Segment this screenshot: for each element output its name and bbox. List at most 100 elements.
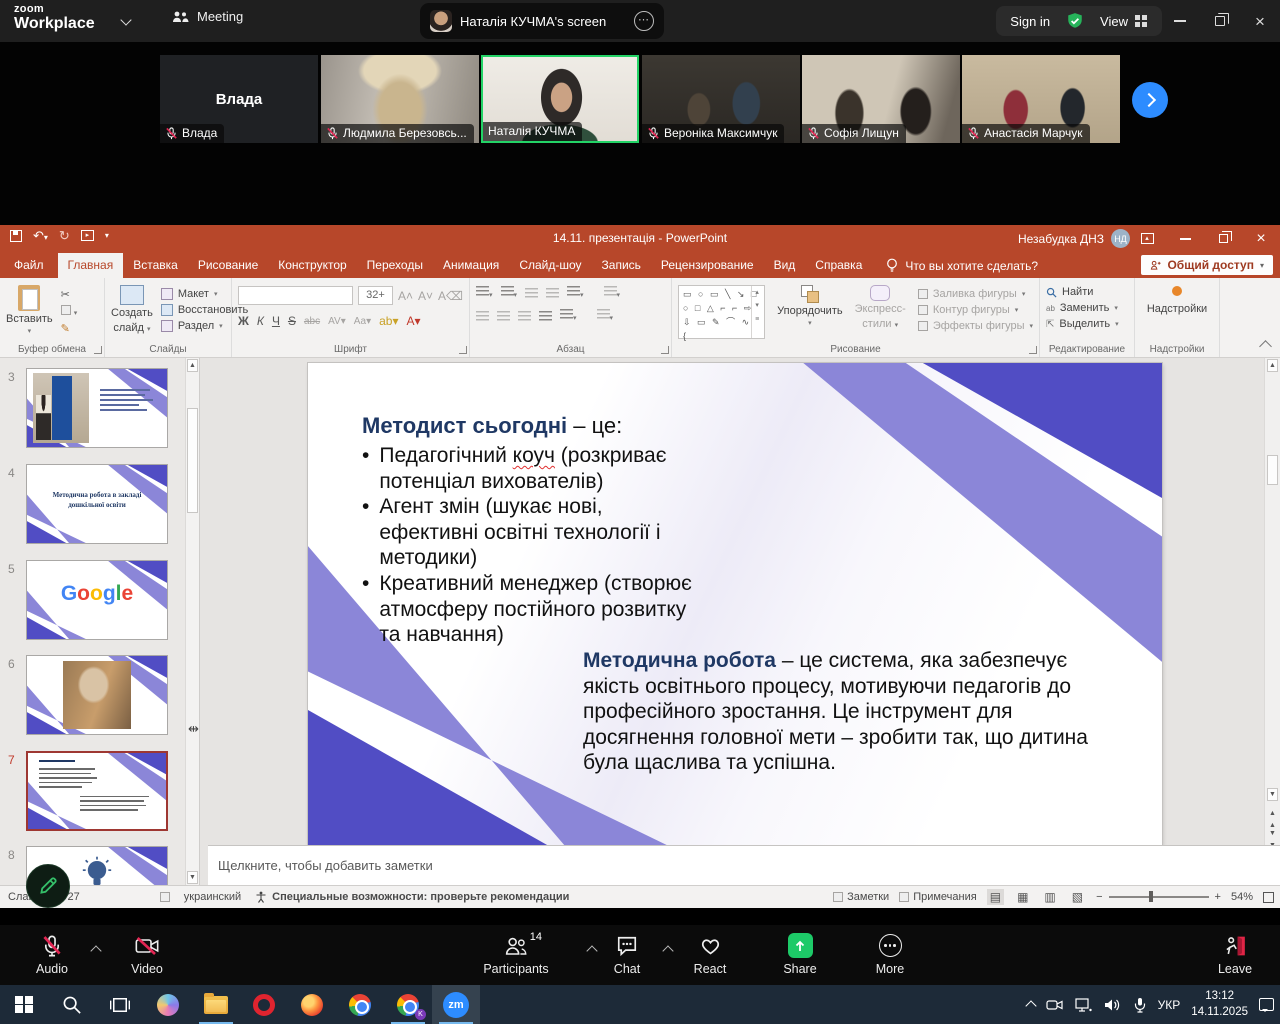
convert-smartart-button[interactable]: ▾ [597,309,614,323]
next-slide-button[interactable]: ▼▼ [1267,828,1278,841]
workspace-chevron-down-icon[interactable] [120,14,131,25]
minimize-button[interactable] [1160,0,1200,42]
scroll-down-icon[interactable]: ▼ [187,871,198,884]
underline-button[interactable]: Ч [272,314,280,328]
drawing-dialog-launcher-icon[interactable] [1029,346,1037,354]
tab-help[interactable]: Справка [805,253,872,278]
highlight-color-button[interactable]: ab▾ [379,314,398,328]
clear-formatting-button[interactable]: А⌫ [438,289,463,303]
justify-button[interactable] [539,311,552,322]
opera-button[interactable] [240,985,288,1024]
tab-meeting[interactable]: Meeting [172,9,243,24]
new-slide-button[interactable]: Создать слайд ▾ [111,285,153,334]
tab-animations[interactable]: Анимация [433,253,509,278]
scroll-down-icon[interactable]: ▼ [1267,788,1278,801]
video-tile-anastasia[interactable]: Анастасія Марчук [962,55,1120,143]
audio-options-chevron-icon[interactable] [90,945,101,956]
shapes-gallery-scroll[interactable]: ▴▾≡ [751,286,764,338]
share-screen-button[interactable]: Share [770,934,830,976]
display-settings-icon[interactable] [160,892,170,902]
comments-toggle-button[interactable]: Примечания [899,891,977,903]
zoom-slider-thumb[interactable] [1149,891,1153,902]
notes-toggle-button[interactable]: Заметки [833,891,889,903]
shape-outline-button[interactable]: Контур фигуры▾ [918,304,1033,316]
scroll-up-icon[interactable]: ▲ [1267,359,1278,372]
tab-home-active[interactable]: Главная [58,253,124,278]
ribbon-display-options-icon[interactable]: ▴ [1128,225,1166,252]
accessibility-checker[interactable]: Специальные возможности: проверьте реком… [255,891,569,903]
bold-button[interactable]: Ж [238,314,249,328]
restore-button[interactable] [1200,0,1240,42]
align-left-button[interactable] [476,311,489,322]
account-area[interactable]: Незабудка ДНЗ НД [1018,229,1130,248]
close-button[interactable]: × [1240,0,1280,42]
shrink-font-button[interactable]: А˅ [418,289,433,303]
arrange-button[interactable]: Упорядочить ▾ [777,285,842,328]
tab-options-ellipsis-icon[interactable]: ⋯ [634,11,654,31]
font-name-input[interactable] [238,286,353,305]
slide-thumbnail-7-selected[interactable] [26,751,168,831]
find-button[interactable]: Найти [1046,286,1128,298]
font-dialog-launcher-icon[interactable] [459,346,467,354]
fit-slide-to-window-icon[interactable] [1263,892,1274,903]
shape-fill-button[interactable]: Заливка фигуры▾ [918,288,1033,300]
video-tile-lyudmyla[interactable]: Людмила Березовсь... [321,55,479,143]
speaker-icon[interactable] [1104,997,1122,1013]
cut-button[interactable]: ✂ [61,288,78,301]
copy-button[interactable]: ▾ [61,305,78,318]
ppt-restore-button[interactable] [1204,225,1242,252]
video-button[interactable]: Video [111,934,183,976]
paragraph-dialog-launcher-icon[interactable] [661,346,669,354]
numbering-button[interactable]: ▾ [501,286,518,300]
slide-thumbnail-6[interactable] [26,655,168,735]
share-document-button[interactable]: Общий доступ ▾ [1141,255,1273,275]
tray-expand-chevron-icon[interactable] [1025,1000,1036,1011]
slideshow-button[interactable]: ▧ [1069,889,1086,905]
ppt-close-button[interactable]: × [1242,225,1280,252]
zoom-in-icon[interactable]: + [1215,891,1221,903]
zoom-slider[interactable]: − + [1096,891,1221,903]
tab-slideshow[interactable]: Слайд-шоу [509,253,591,278]
chat-options-chevron-icon[interactable] [662,945,673,956]
tab-transitions[interactable]: Переходы [357,253,433,278]
current-slide[interactable]: Методист сьогодні – це: • Педагогічний к… [308,363,1162,845]
slide-vertical-scrollbar[interactable]: ▲ ▼ ▲▲ ▼▼ [1264,358,1280,845]
network-icon[interactable] [1075,997,1093,1013]
bullets-button[interactable]: ▾ [476,286,493,300]
video-tile-natalia-active-speaker[interactable]: Наталія КУЧМА [481,55,639,143]
microphone-tray-icon[interactable] [1133,997,1147,1013]
ppt-minimize-button[interactable] [1166,225,1204,252]
copilot-button[interactable] [144,985,192,1024]
react-button[interactable]: React [680,934,740,976]
notes-pane[interactable]: Щелкните, чтобы добавить заметки [208,845,1280,885]
language-indicator[interactable]: украинский [184,891,241,903]
scrollbar-thumb[interactable] [1267,455,1278,485]
more-button[interactable]: More [860,934,920,976]
select-button[interactable]: ⇱Выделить▾ [1046,318,1128,330]
scroll-up-icon[interactable]: ▲ [187,359,198,372]
thumbnail-scrollbar[interactable]: ▲ ▼ [185,358,199,885]
firefox-button[interactable] [288,985,336,1024]
chrome-profile-button[interactable]: K [384,985,432,1024]
collapse-ribbon-icon[interactable] [1259,340,1272,353]
addins-button[interactable]: Надстройки [1141,283,1213,316]
tab-record[interactable]: Запись [592,253,651,278]
notification-center-icon[interactable] [1259,998,1274,1011]
search-button[interactable] [48,985,96,1024]
meet-now-icon[interactable] [1046,997,1064,1013]
reading-view-button[interactable]: ▥ [1041,889,1058,905]
align-right-button[interactable] [518,311,531,322]
font-size-input[interactable]: 32+ [358,286,393,305]
shape-effects-button[interactable]: Эффекты фигуры▾ [918,320,1033,332]
tab-shared-screen[interactable]: Наталія КУЧМА's screen ⋯ [420,3,664,39]
align-center-button[interactable] [497,311,510,322]
character-spacing-button[interactable]: AV▾ [328,316,346,327]
zoom-out-icon[interactable]: − [1096,891,1102,903]
view-button[interactable]: View [1100,14,1148,29]
next-participants-button[interactable] [1132,82,1168,118]
participants-button[interactable]: 14 Participants [470,934,562,976]
file-explorer-button[interactable] [192,985,240,1024]
line-spacing-button[interactable]: ▾ [567,286,584,300]
video-tile-vlada[interactable]: Влада Влада [160,55,318,143]
tab-draw[interactable]: Рисование [188,253,268,278]
